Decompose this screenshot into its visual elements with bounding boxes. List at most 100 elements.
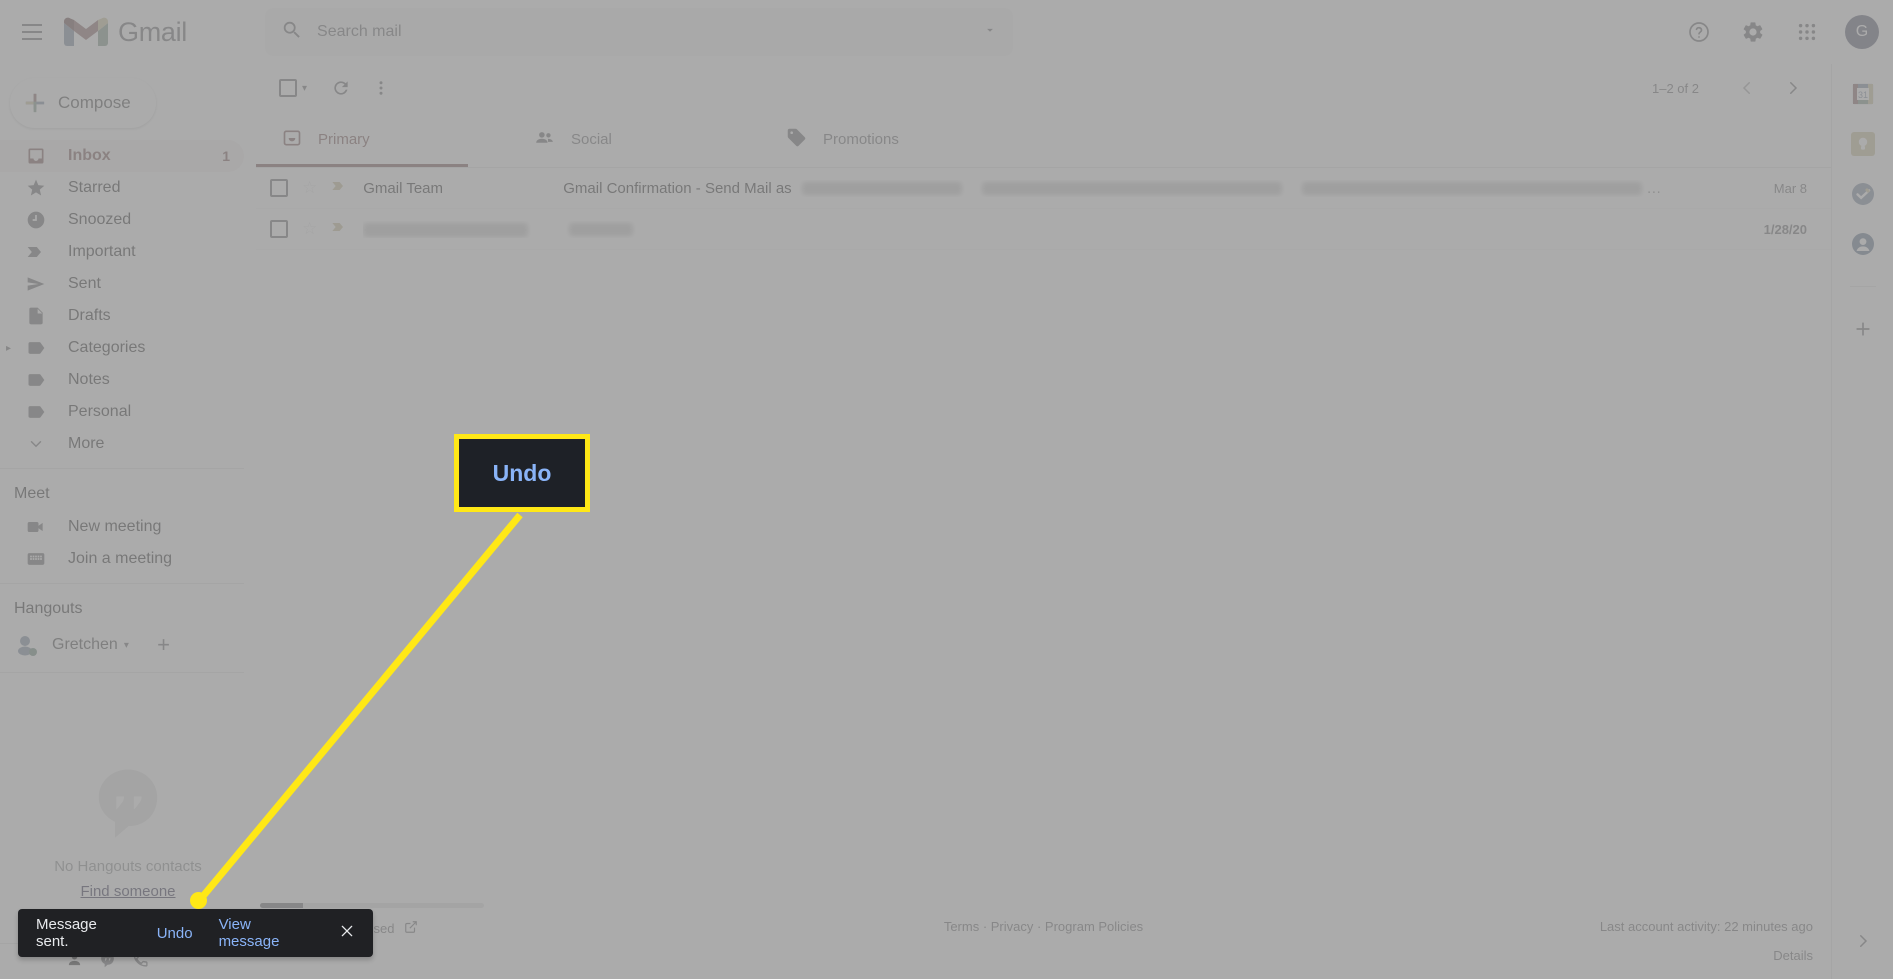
- row-checkbox[interactable]: [270, 220, 288, 238]
- row-checkbox[interactable]: [270, 179, 288, 197]
- footer-activity: Last account activity: 22 minutes ago De…: [1600, 919, 1813, 963]
- sidebar-item-snoozed[interactable]: Snoozed: [0, 204, 244, 236]
- important-marker-icon[interactable]: [331, 178, 347, 198]
- hangouts-user-row[interactable]: Gretchen ▾ +: [0, 626, 256, 664]
- important-chevron-icon: [26, 242, 46, 262]
- sidebar-item-label: More: [68, 435, 105, 452]
- pagination: 1–2 of 2: [1652, 68, 1831, 108]
- last-activity-text: Last account activity: 22 minutes ago: [1599, 919, 1813, 934]
- label-tag-icon: [26, 338, 46, 358]
- sidebar-item-inbox[interactable]: Inbox 1: [0, 140, 244, 172]
- inbox-icon: [26, 146, 46, 166]
- undo-button[interactable]: Undo: [157, 925, 193, 942]
- sidebar-item-label: Categories: [68, 339, 146, 356]
- nav-list: Inbox 1 Starred Snoozed Important Sent D…: [0, 140, 256, 460]
- keep-icon[interactable]: [1850, 132, 1875, 156]
- clock-icon: [26, 210, 46, 230]
- label-tag-icon: [26, 402, 46, 422]
- sidebar-item-notes[interactable]: Notes: [0, 364, 244, 396]
- draft-page-icon: [26, 306, 46, 326]
- gmail-wordmark: Gmail: [118, 16, 188, 47]
- footer-links[interactable]: Terms · Privacy · Program Policies: [944, 919, 1143, 934]
- search-bar[interactable]: [265, 8, 1014, 56]
- search-icon: [281, 19, 303, 46]
- callout-label: Undo: [492, 459, 552, 486]
- people-icon: [534, 127, 555, 152]
- tag-icon: [786, 127, 807, 152]
- send-icon: [26, 274, 46, 294]
- gmail-brand: Gmail: [64, 16, 187, 49]
- sidebar-item-important[interactable]: Important: [0, 236, 244, 268]
- tab-social[interactable]: Social: [508, 112, 760, 167]
- external-link-icon[interactable]: [404, 920, 418, 937]
- star-icon: [26, 178, 46, 198]
- mail-list-pane: ▾ 1–2 of 2 Primary Social Promotions ☆ G…: [256, 64, 1831, 979]
- hangouts-avatar-icon: [14, 632, 40, 658]
- contacts-icon[interactable]: [1851, 232, 1875, 256]
- chevron-down-icon: [26, 434, 46, 454]
- hangouts-section-title: Hangouts: [14, 600, 83, 617]
- help-icon[interactable]: [1675, 8, 1723, 56]
- search-input[interactable]: [317, 23, 984, 41]
- details-link[interactable]: Details: [1600, 948, 1813, 963]
- more-vertical-icon[interactable]: [361, 68, 401, 108]
- star-icon[interactable]: ☆: [302, 219, 317, 239]
- chevron-right-icon[interactable]: [1854, 932, 1872, 955]
- label-tag-icon: [26, 370, 46, 390]
- gear-icon[interactable]: [1729, 8, 1777, 56]
- close-icon[interactable]: [339, 923, 355, 944]
- view-message-button[interactable]: View message: [219, 916, 313, 950]
- undo-callout-highlight[interactable]: Undo: [454, 434, 590, 512]
- gmail-logo-icon: [64, 16, 108, 49]
- top-header: Gmail G: [0, 0, 1893, 64]
- apps-grid-icon[interactable]: [1783, 8, 1831, 56]
- tab-primary[interactable]: Primary: [256, 112, 508, 167]
- keyboard-icon: [26, 549, 46, 569]
- hangouts-status-caret-icon[interactable]: ▾: [124, 640, 129, 651]
- calendar-icon[interactable]: 31: [1851, 82, 1875, 106]
- hamburger-icon[interactable]: [8, 8, 56, 56]
- table-row[interactable]: ☆ 1/28/20: [256, 209, 1831, 250]
- important-marker-icon[interactable]: [331, 219, 347, 239]
- plus-icon[interactable]: [1851, 317, 1875, 341]
- sidebar-item-personal[interactable]: Personal: [0, 396, 244, 428]
- find-someone-link[interactable]: Find someone: [0, 883, 256, 900]
- search-options-icon[interactable]: [983, 23, 997, 42]
- select-all-caret-icon[interactable]: ▾: [302, 83, 307, 94]
- video-camera-icon: [26, 517, 46, 537]
- row-subject: Gmail Confirmation - Send Mail as …: [563, 179, 1662, 197]
- sidebar-divider: [0, 468, 244, 469]
- tab-label: Social: [571, 131, 612, 148]
- list-toolbar: ▾ 1–2 of 2: [256, 64, 1831, 112]
- sidebar-item-categories[interactable]: ▸ Categories: [0, 332, 244, 364]
- right-side-panel: 31: [1831, 64, 1893, 979]
- next-page-icon[interactable]: [1773, 68, 1813, 108]
- star-icon[interactable]: ☆: [302, 178, 317, 198]
- sidebar-item-label: Join a meeting: [68, 550, 173, 567]
- sidebar-item-label: New meeting: [68, 518, 162, 535]
- sidebar-divider-3: [0, 672, 244, 673]
- footer: 2.81 GB of 15 GB used Terms · Privacy · …: [256, 903, 1831, 963]
- table-row[interactable]: ☆ Gmail Team Gmail Confirmation - Send M…: [256, 168, 1831, 209]
- hangouts-add-icon[interactable]: +: [157, 632, 170, 658]
- tasks-icon[interactable]: [1851, 182, 1875, 206]
- refresh-icon[interactable]: [321, 68, 361, 108]
- sidebar-item-label: Snoozed: [68, 211, 132, 228]
- row-subject: [563, 221, 1741, 238]
- storage-bar: [260, 903, 484, 908]
- sidebar-item-drafts[interactable]: Drafts: [0, 300, 244, 332]
- inbox-tab-icon: [282, 128, 302, 152]
- hangouts-user-name: Gretchen: [52, 636, 118, 653]
- sidebar-item-label: Drafts: [68, 307, 111, 324]
- sidebar-item-sent[interactable]: Sent: [0, 268, 244, 300]
- sidebar-item-label: Sent: [68, 275, 101, 292]
- expand-caret-icon[interactable]: ▸: [6, 343, 11, 354]
- avatar[interactable]: G: [1845, 15, 1879, 49]
- sidebar-item-starred[interactable]: Starred: [0, 172, 244, 204]
- sidebar-item-new-meeting[interactable]: New meeting: [0, 511, 244, 543]
- sidebar-item-join-meeting[interactable]: Join a meeting: [0, 543, 244, 575]
- sidebar-item-more[interactable]: More: [0, 428, 244, 460]
- prev-page-icon[interactable]: [1727, 68, 1767, 108]
- compose-button[interactable]: Compose: [10, 78, 156, 128]
- tab-promotions[interactable]: Promotions: [760, 112, 1012, 167]
